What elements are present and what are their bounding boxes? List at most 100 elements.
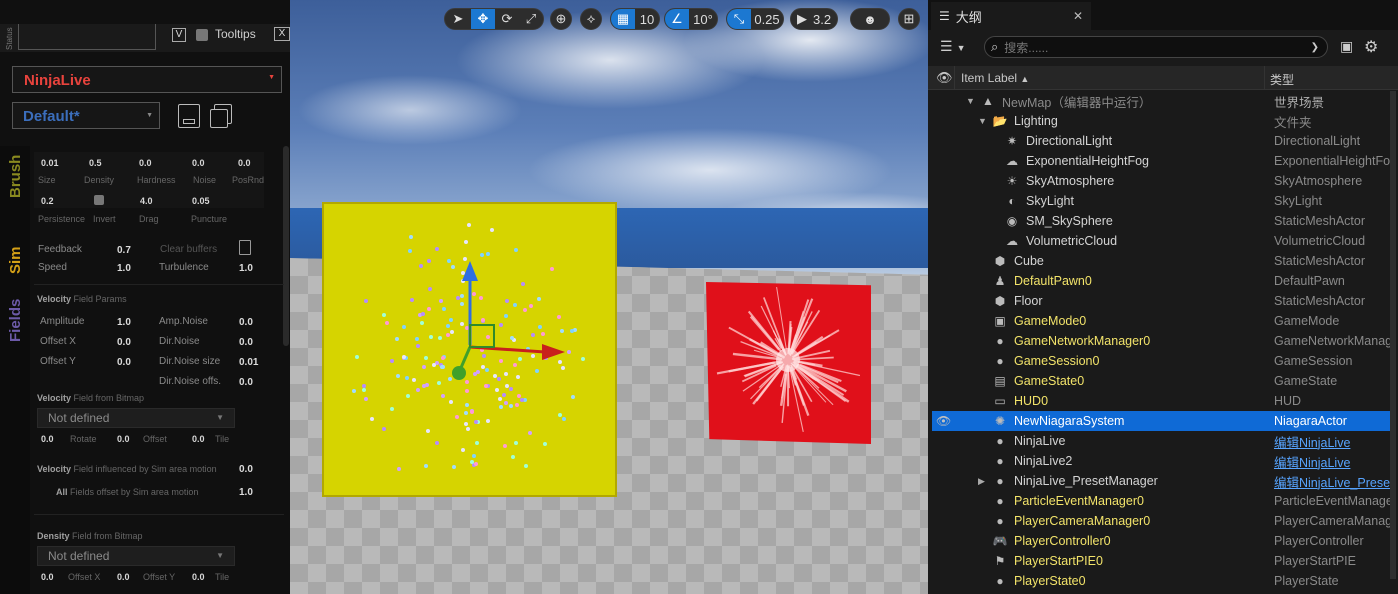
transform-gizmo[interactable] (440, 255, 580, 385)
posrnd-value[interactable]: 0.0 (238, 158, 251, 168)
duplicate-preset-button[interactable] (210, 104, 234, 128)
rotation-snap-group[interactable]: ∠ 10° (664, 8, 718, 30)
outliner-row[interactable]: ● NinjaLive2 编辑NinjaLive (932, 451, 1390, 471)
noise-value[interactable]: 0.0 (192, 158, 205, 168)
rotate-tool-button[interactable]: ⟳ (495, 9, 519, 29)
grid-snap-toggle[interactable]: ▦ (611, 9, 635, 29)
preset-variant-dropdown[interactable]: Default* ▼ (12, 102, 160, 129)
outliner-row[interactable]: ☁ ExponentialHeightFog ExponentialHeightFo… (932, 151, 1390, 171)
camera-speed-button[interactable]: ▶ 3.2 (790, 8, 839, 30)
clear-buffers-button[interactable]: Clear buffers (160, 244, 217, 255)
viewport-layout-button[interactable]: ⊞ (898, 8, 920, 30)
amp-noise-value[interactable]: 0.0 (239, 317, 253, 328)
density-offset-y-value[interactable]: 0.0 (117, 572, 130, 582)
size-value[interactable]: 0.01 (41, 158, 59, 168)
add-folder-button[interactable]: ▣ (1340, 38, 1353, 55)
outliner-row[interactable]: ◐ SkyLight SkyLight (932, 191, 1390, 211)
rotation-snap-toggle[interactable]: ∠ (665, 9, 689, 29)
scale-snap-toggle[interactable]: ⤡ (727, 9, 751, 29)
sim-area-value[interactable]: 0.0 (239, 464, 253, 475)
gizmo-y-handle[interactable] (452, 366, 466, 380)
density-tile-value[interactable]: 0.0 (192, 572, 205, 582)
pilot-actor-button[interactable]: ☻ (850, 8, 890, 30)
grid-snap-group[interactable]: ▦ 10 (610, 8, 660, 30)
density-offset-x-value[interactable]: 0.0 (41, 572, 54, 582)
drag-value[interactable]: 4.0 (140, 196, 153, 206)
persistence-value[interactable]: 0.2 (41, 196, 54, 206)
puncture-value[interactable]: 0.05 (192, 196, 210, 206)
dir-noise-offs-value[interactable]: 0.0 (239, 377, 253, 388)
dir-noise-size-value[interactable]: 0.01 (239, 357, 258, 368)
save-preset-button[interactable] (178, 104, 200, 128)
outliner-row[interactable]: ● NinjaLive 编辑NinjaLive (932, 431, 1390, 451)
bitmap-offset-value[interactable]: 0.0 (117, 434, 130, 444)
column-item-label[interactable]: Item Label ▲ (961, 71, 1029, 85)
edit-blueprint-link[interactable]: 编辑NinjaLive (1274, 432, 1390, 451)
document-icon[interactable] (239, 240, 251, 255)
outliner-search-input[interactable]: ⌕ 搜索...... ❯ (984, 36, 1328, 58)
collapse-caret-icon[interactable]: ▼ (978, 116, 987, 126)
outliner-row[interactable]: ⚑ PlayerStartPIE0 PlayerStartPIE (932, 551, 1390, 571)
select-tool-button[interactable]: ➤ (445, 9, 471, 29)
visibility-eye-icon[interactable]: 👁 (936, 414, 951, 428)
filter-button[interactable]: ☰ ▼ (940, 38, 965, 55)
gizmo-x-arrow[interactable] (542, 344, 565, 360)
offset-y-value[interactable]: 0.0 (117, 357, 131, 368)
rotate-value[interactable]: 0.0 (41, 434, 54, 444)
hardness-value[interactable]: 0.0 (139, 158, 152, 168)
chevron-down-icon[interactable]: ❯ (1311, 42, 1319, 53)
tab-sim[interactable]: Sim (7, 246, 24, 274)
outliner-row[interactable]: ✷ DirectionalLight DirectionalLight (932, 131, 1390, 151)
outliner-row[interactable]: ☁ VolumetricCloud VolumetricCloud (932, 231, 1390, 251)
dir-noise-value[interactable]: 0.0 (239, 337, 253, 348)
outliner-scrollbar[interactable] (1390, 91, 1396, 579)
scale-tool-button[interactable]: ⤢ (519, 9, 543, 29)
offset-x-value[interactable]: 0.0 (117, 337, 131, 348)
outliner-row[interactable]: ☀ SkyAtmosphere SkyAtmosphere (932, 171, 1390, 191)
outliner-row[interactable]: ▼ 📂 Lighting 文件夹 (932, 111, 1390, 131)
outliner-row[interactable]: ● PlayerState0 PlayerState (932, 571, 1390, 591)
invert-checkbox[interactable] (94, 195, 104, 205)
preset-dropdown[interactable]: NinjaLive ▼ (12, 66, 282, 93)
outliner-row[interactable]: ● PlayerCameraManager0 PlayerCameraManager (932, 511, 1390, 531)
outliner-row[interactable]: 🎮 PlayerController0 PlayerController (932, 531, 1390, 551)
gizmo-z-arrow[interactable] (462, 261, 478, 281)
close-icon[interactable]: ✕ (1073, 9, 1083, 23)
column-type[interactable]: 类型 (1270, 71, 1294, 88)
outliner-row[interactable]: ● GameSession0 GameSession (932, 351, 1390, 371)
outliner-row[interactable]: ⬢ Floor StaticMeshActor (932, 291, 1390, 311)
density-value[interactable]: 0.5 (89, 158, 102, 168)
close-x-button[interactable]: X (274, 27, 290, 41)
scale-snap-group[interactable]: ⤡ 0.25 (726, 8, 784, 30)
outliner-row[interactable]: ▼ ▲ NewMap（编辑器中运行） 世界场景 (932, 91, 1390, 111)
outliner-row[interactable]: ▣ GameMode0 GameMode (932, 311, 1390, 331)
tab-brush[interactable]: Brush (7, 155, 24, 198)
rotation-snap-value[interactable]: 10° (689, 9, 717, 29)
edit-blueprint-link[interactable]: 编辑NinjaLive (1274, 452, 1390, 471)
speed-value[interactable]: 1.0 (117, 263, 131, 274)
outliner-row[interactable]: ⬢ Cube StaticMeshActor (932, 251, 1390, 271)
panel-scrollbar[interactable] (283, 146, 289, 346)
outliner-row[interactable]: ▭ HUD0 HUD (932, 391, 1390, 411)
bitmap-tile-value[interactable]: 0.0 (192, 434, 205, 444)
surface-snap-button[interactable]: ⟡ (580, 8, 602, 30)
outliner-row[interactable]: ● GameNetworkManager0 GameNetworkManager (932, 331, 1390, 351)
outliner-row-selected[interactable]: 👁 ✺ NewNiagaraSystem NiagaraActor (932, 411, 1390, 431)
turbulence-value[interactable]: 1.0 (239, 263, 253, 274)
outliner-row[interactable]: ▤ GameState0 GameState (932, 371, 1390, 391)
outliner-row[interactable]: ♟ DefaultPawn0 DefaultPawn (932, 271, 1390, 291)
grid-snap-value[interactable]: 10 (635, 9, 659, 29)
tab-fields[interactable]: Fields (7, 299, 24, 342)
outliner-row[interactable]: ◉ SM_SkySphere StaticMeshActor (932, 211, 1390, 231)
tooltips-checkbox[interactable] (196, 29, 208, 41)
outliner-row[interactable]: ● ParticleEventManager0 ParticleEventManag… (932, 491, 1390, 511)
all-fields-offset-value[interactable]: 1.0 (239, 487, 253, 498)
world-local-toggle[interactable]: ⊕ (550, 8, 572, 30)
scale-snap-value[interactable]: 0.25 (751, 9, 783, 29)
feedback-value[interactable]: 0.7 (117, 245, 131, 256)
v-button[interactable]: V (172, 28, 186, 42)
collapse-caret-icon[interactable]: ▼ (966, 96, 975, 106)
expand-caret-icon[interactable]: ▶ (978, 476, 985, 487)
ninjalive-red-plane[interactable] (706, 282, 871, 444)
gizmo-plane-handle[interactable] (469, 324, 495, 348)
